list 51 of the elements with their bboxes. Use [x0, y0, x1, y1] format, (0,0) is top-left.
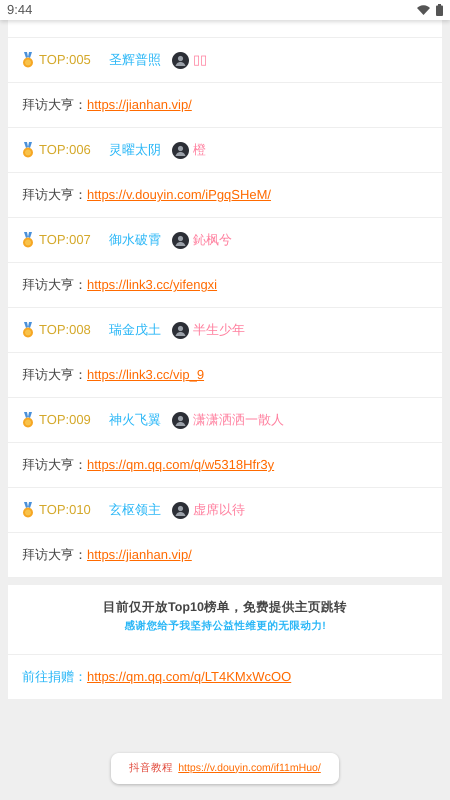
avatar-icon — [172, 502, 189, 518]
rank-title: 瑞金戊土 — [109, 321, 162, 340]
rank-label: TOP:005 — [39, 51, 91, 70]
visit-label: 拜访大亨： — [22, 186, 87, 204]
battery-icon — [436, 4, 443, 16]
rank-label: TOP:007 — [39, 231, 91, 250]
avatar-icon — [172, 142, 189, 158]
medal-icon — [22, 322, 34, 338]
nickname: 橙 — [193, 141, 206, 160]
rank-label: TOP:008 — [39, 321, 91, 340]
medal-icon — [22, 412, 34, 428]
visit-link[interactable]: https://qm.qq.com/q/w5318Hfr3y — [87, 455, 274, 475]
rank-title: 神火飞翼 — [109, 411, 162, 430]
rank-title: 圣辉普照 — [109, 51, 162, 70]
medal-icon — [22, 142, 34, 158]
medal-icon — [22, 502, 34, 518]
medal-icon — [22, 52, 34, 68]
visit-link[interactable]: https://jianhan.vip/ — [87, 545, 192, 565]
rank-label: TOP:010 — [39, 501, 91, 520]
avatar-icon — [172, 322, 189, 338]
nickname: 虚席以待 — [193, 501, 245, 520]
visit-link[interactable]: https://link3.cc/vip_9 — [87, 365, 204, 385]
visit-link[interactable]: https://v.douyin.com/iPgqSHeM/ — [87, 185, 272, 205]
status-time: 9:44 — [7, 1, 32, 20]
tutorial-label: 抖音教程 — [129, 760, 174, 776]
donate-link[interactable]: https://qm.qq.com/q/LT4KMxWcOO — [87, 667, 292, 687]
donate-label: 前往捐赠： — [22, 668, 87, 686]
medal-icon — [22, 232, 34, 248]
nickname: ▯▯ — [193, 51, 207, 70]
avatar-icon — [172, 52, 189, 68]
notice-headline: 目前仅开放Top10榜单，免费提供主页跳转 — [103, 599, 347, 616]
visit-label: 拜访大亨： — [22, 456, 87, 474]
visit-link[interactable]: https://jianhan.vip/ — [87, 95, 192, 115]
visit-link[interactable]: https://link3.cc/yifengxi — [87, 275, 218, 295]
rank-title: 御水破霄 — [109, 231, 162, 250]
rank-title: 灵曜太阴 — [109, 141, 162, 160]
nickname: 半生少年 — [193, 321, 245, 340]
visit-label: 拜访大亨： — [22, 546, 87, 564]
rank-label: TOP:006 — [39, 141, 91, 160]
tutorial-link[interactable]: https://v.douyin.com/if11mHuo/ — [178, 760, 321, 776]
rank-title: 玄枢领主 — [109, 501, 162, 520]
visit-label: 拜访大亨： — [22, 276, 87, 294]
avatar-icon — [172, 232, 189, 248]
visit-label: 拜访大亨： — [22, 96, 87, 114]
nickname: 鈊枫兮 — [193, 231, 232, 250]
rank-label: TOP:009 — [39, 411, 91, 430]
wifi-icon — [417, 5, 430, 15]
avatar-icon — [172, 412, 189, 428]
visit-label: 拜访大亨： — [22, 366, 87, 384]
nickname: 潇潇洒洒一散人 — [193, 411, 284, 430]
notice-subline: 感谢您给予我坚持公益性维更的无限动力! — [124, 619, 326, 634]
